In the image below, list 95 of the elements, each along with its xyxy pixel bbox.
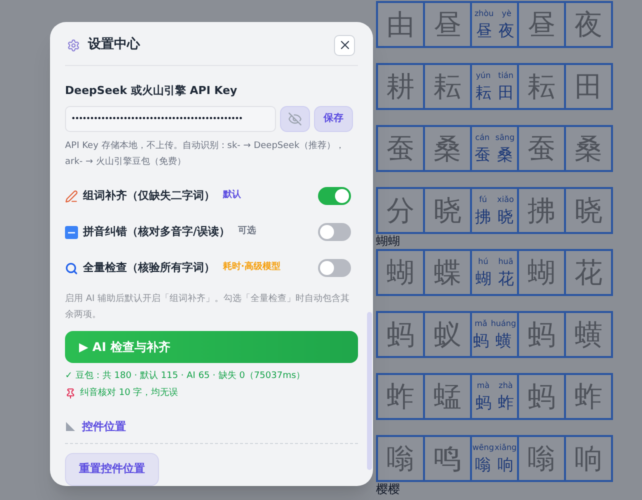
word-character: 花 [498,268,514,290]
option-tag: 默认 [223,189,241,203]
pin-icon [65,388,76,400]
trace-character: 蚂 [528,378,556,414]
trace-character: 蚁 [434,316,462,352]
trace-character: 桑 [434,130,462,166]
trace-character: 耘 [528,68,556,104]
word-character: 田 [498,82,514,104]
trace-character: 蚕 [386,130,414,166]
trace-character: 花 [574,254,602,290]
option-label: 组词补齐（仅缺失二字词） [83,188,215,204]
visibility-toggle-button[interactable] [280,106,310,132]
trace-character: 拂 [528,192,556,228]
pinyin: huáng [490,318,516,330]
close-button[interactable] [334,34,355,56]
hint-text: API Key 存储本地，不上传。自动识别：sk- → DeepSeek（推荐），ark- → 火山引擎豆包（免费） [65,140,346,168]
word-character: 响 [498,454,514,476]
toggle-switch[interactable] [318,259,351,277]
worksheet-heading: 蝴蝴 [376,234,400,249]
pinyin: tián [498,70,514,82]
trace-character: 嗡 [528,440,556,476]
option-tag: 耗时·高级模型 [223,261,280,275]
trace-character: 蚂 [528,316,556,352]
scrollbar[interactable] [367,312,372,470]
status-text: ✓ 豆包：共 180 · 默认 115 · AI 65 · 缺失 0（75037ms） [65,370,306,382]
note-text: 启用 AI 辅助后默认开启「组词补齐」。勾选「全量检查」时自动包含其余两项。 [65,292,351,322]
search-icon [65,262,78,274]
word-character: 蝴 [475,268,492,290]
word-character: 蟥 [495,330,512,352]
trace-character: 晓 [574,192,602,228]
word-character: 蚂 [475,392,492,414]
pinyin: cán [475,132,490,144]
trace-character: 耘 [434,68,462,104]
pinyin: zhà [498,380,513,392]
word-character: 蚱 [498,392,514,414]
trace-character: 蝴 [528,254,556,290]
trace-character: 昼 [528,6,556,42]
trace-character: 耕 [386,68,414,104]
pinyin: wēng [472,442,494,454]
pinyin: xiǎng [494,442,517,454]
trace-character: 桑 [574,130,602,166]
eye-off-icon [288,112,302,126]
word-character: 桑 [496,144,513,166]
pinyin: zhòu [474,8,494,20]
option-label: 全量检查（核验所有字词） [83,260,215,276]
word-character: 夜 [498,20,515,42]
pinyin: xiǎo [497,194,514,206]
trace-character: 蚕 [528,130,556,166]
pencil-icon [65,190,78,202]
trace-character: 蟥 [574,316,602,352]
trace-character: 蚱 [574,378,602,414]
pinyin: mà [476,380,490,392]
trace-character: 嗡 [386,440,414,476]
trace-character: 响 [574,440,602,476]
trace-character: 晓 [434,192,462,228]
api-key-field[interactable]: •••••••••••••••••••••••••••••••••••••••••••••• [65,106,276,132]
trace-character: 蚱 [386,378,414,414]
save-button[interactable]: 保存 [314,106,353,132]
pinyin: yè [502,8,512,20]
toggle-switch[interactable] [318,223,351,241]
trace-character: 蜢 [434,378,462,414]
gear-icon [67,38,80,52]
trace-character: 分 [386,192,414,228]
pinyin: huā [498,256,514,268]
section-title: 控件位置 [82,418,126,434]
word-character: 蚂 [472,330,489,352]
text-badge-icon [65,226,78,238]
trace-character: 蝶 [434,254,462,290]
worksheet-heading: 樱樱 [376,482,400,497]
trace-character: 蚂 [386,316,414,352]
option-tag: 可选 [238,225,256,239]
pinyin: sāng [495,132,515,144]
pinyin: fú [479,194,487,206]
word-character: 拂 [475,206,492,228]
trace-character: 由 [386,6,414,42]
trace-character: 夜 [574,6,602,42]
trace-character: 鸣 [434,440,462,476]
word-character: 晓 [498,206,514,228]
trace-character: 田 [574,68,602,104]
ai-check-button[interactable]: ▶ AI 检查与补齐 [65,330,358,362]
pinyin: hú [478,256,488,268]
toggle-switch[interactable] [318,187,351,205]
field-label: DeepSeek 或火山引擎 API Key [65,83,238,99]
pinyin-result-text: 纠音核对 10 字，均无误 [80,387,178,400]
pinyin: mǎ [474,318,488,330]
word-character: 嗡 [475,454,492,476]
dialog-title: 设置中心 [88,36,140,54]
trace-character: 蝴 [386,254,414,290]
trace-character: 昼 [434,6,462,42]
word-character: 昼 [476,20,492,42]
word-character: 耘 [475,82,492,104]
pinyin: yún [476,70,491,82]
reset-position-button[interactable]: 重置控件位置 [65,453,159,486]
word-character: 蚕 [474,144,490,166]
option-label: 拼音纠错（核对多音字/误读） [83,224,230,240]
